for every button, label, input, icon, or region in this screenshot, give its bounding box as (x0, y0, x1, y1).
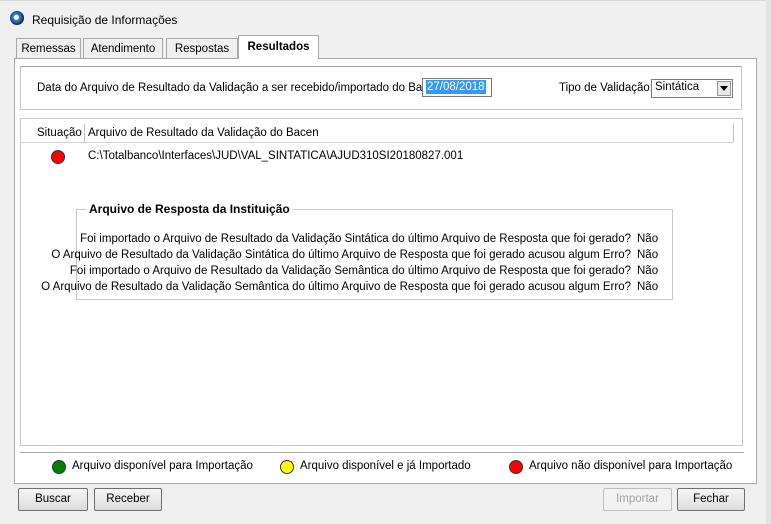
date-value[interactable]: 27/08/2018 (426, 80, 486, 94)
window-border (766, 0, 771, 524)
response-group-title: Arquivo de Resposta da Instituição (86, 202, 293, 216)
column-arquivo[interactable]: Arquivo de Resultado da Validação do Bac… (88, 127, 319, 139)
tab-atendimento[interactable]: Atendimento (83, 38, 163, 58)
legend-available: Arquivo disponível para Importação (72, 460, 253, 472)
column-divider[interactable] (733, 124, 734, 142)
tab-resultados[interactable]: Resultados (238, 35, 319, 59)
column-situacao[interactable]: Situação (37, 127, 82, 139)
question-4: O Arquivo de Resultado da Validação Semâ… (41, 281, 631, 293)
answer-1: Não (637, 233, 659, 245)
receber-button[interactable]: Receber (94, 488, 162, 511)
app-icon (10, 11, 24, 25)
window-title: Requisição de Informações (32, 13, 178, 27)
date-label: Data do Arquivo de Resultado da Validaçã… (37, 82, 445, 94)
validation-type-label: Tipo de Validação: (559, 82, 653, 94)
list-item-file[interactable]: C:\Totalbanco\Interfaces\JUD\VAL_SINTATI… (88, 150, 463, 162)
status-red-icon (509, 460, 523, 474)
question-1: Foi importado o Arquivo de Resultado da … (80, 233, 631, 245)
answer-2: Não (637, 249, 659, 261)
column-divider[interactable] (84, 124, 85, 142)
chevron-down-icon (720, 86, 728, 91)
legend-imported: Arquivo disponível e já Importado (300, 460, 471, 472)
answer-4: Não (637, 281, 659, 293)
validation-type-value: Sintática (655, 81, 700, 93)
tab-respostas[interactable]: Respostas (166, 38, 238, 58)
status-red-icon (51, 150, 65, 164)
importar-button[interactable]: Importar (603, 488, 672, 511)
question-2: O Arquivo de Resultado da Validação Sint… (51, 249, 631, 261)
status-yellow-icon (280, 460, 294, 474)
legend-divider (20, 452, 744, 453)
status-green-icon (52, 460, 66, 474)
tab-remessas[interactable]: Remessas (16, 38, 81, 58)
legend-unavailable: Arquivo não disponível para Importação (529, 460, 733, 472)
buscar-button[interactable]: Buscar (18, 488, 88, 511)
answer-3: Não (637, 265, 659, 277)
question-3: Foi importado o Arquivo de Resultado da … (69, 265, 631, 277)
fechar-button[interactable]: Fechar (677, 488, 745, 511)
